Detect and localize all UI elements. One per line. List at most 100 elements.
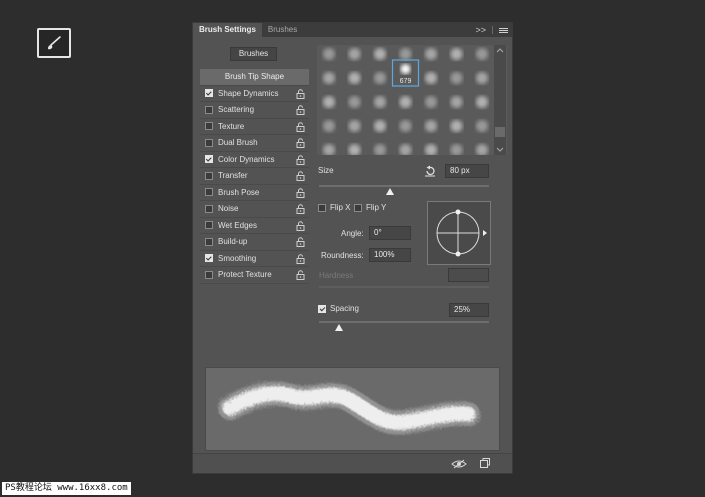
brush-preset-thumbnail (450, 48, 463, 60)
option-color-dynamics[interactable]: Color Dynamics (200, 152, 309, 168)
option-label: Transfer (218, 171, 248, 181)
menu-lines-icon[interactable] (499, 27, 508, 33)
option-checkbox[interactable] (205, 188, 213, 197)
option-noise[interactable]: Noise (200, 201, 309, 218)
brush-icon (48, 36, 61, 50)
lock-icon[interactable] (296, 253, 305, 264)
size-label: Size (318, 166, 334, 175)
option-checkbox[interactable] (205, 138, 213, 147)
collapse-panel-button[interactable]: >> (475, 25, 486, 35)
option-checkbox[interactable] (205, 221, 213, 230)
brush-preset-thumbnail (399, 120, 412, 132)
flip-x-checkbox[interactable] (318, 204, 326, 212)
lock-icon[interactable] (296, 220, 305, 231)
lock-icon[interactable] (296, 187, 305, 198)
size-field[interactable]: 80 px (445, 164, 489, 178)
option-brush-pose[interactable]: Brush Pose (200, 185, 309, 201)
brush-preset-thumbnail (450, 72, 463, 84)
lock-icon[interactable] (296, 121, 305, 132)
brush-preset-thumbnail (374, 144, 386, 155)
option-texture[interactable]: Texture (200, 119, 309, 135)
lock-icon[interactable] (296, 105, 305, 115)
site-watermark: PS教程论坛 www.16xx8.com (2, 482, 131, 495)
option-label: Shape Dynamics (218, 88, 279, 98)
brush-preset-grid[interactable]: 679 (317, 45, 507, 155)
brush-preset-thumbnail (348, 72, 361, 84)
option-label: Brush Tip Shape (224, 72, 285, 82)
option-checkbox[interactable] (205, 237, 213, 246)
panel-footer (193, 453, 512, 473)
panel-tab-bar: Brush Settings Brushes >> (193, 23, 512, 37)
option-checkbox[interactable] (205, 89, 213, 98)
spacing-field[interactable]: 25% (449, 303, 489, 317)
size-slider-knob[interactable] (386, 188, 395, 195)
create-new-brush-icon[interactable] (479, 457, 491, 469)
spacing-slider-knob[interactable] (335, 324, 344, 331)
option-shape-dynamics[interactable]: Shape Dynamics (200, 86, 309, 102)
brush-preset-thumbnail (374, 48, 386, 60)
option-checkbox[interactable] (205, 270, 213, 279)
brush-preset-thumbnail (323, 72, 335, 84)
angle-roundness-widget[interactable] (427, 201, 491, 265)
brush-settings-panel: Brush Settings Brushes >> Brushes Brush … (192, 22, 513, 474)
brush-preset-thumbnail (425, 72, 437, 84)
brush-preset-thumbnail (450, 144, 463, 155)
toggle-live-tip-preview-icon[interactable] (451, 459, 467, 469)
option-checkbox[interactable] (205, 122, 213, 131)
option-protect-texture[interactable]: Protect Texture (200, 267, 309, 284)
option-checkbox[interactable] (205, 204, 213, 213)
roundness-label: Roundness: (321, 251, 364, 260)
size-slider-track[interactable] (319, 185, 489, 187)
option-checkbox[interactable] (205, 155, 213, 164)
option-dual-brush[interactable]: Dual Brush (200, 135, 309, 152)
flip-y-label: Flip Y (366, 203, 387, 212)
option-scattering[interactable]: Scattering (200, 102, 309, 119)
option-smoothing[interactable]: Smoothing (200, 251, 309, 267)
brush-preset-thumbnail (425, 96, 437, 108)
lock-icon[interactable] (296, 171, 305, 181)
preset-scrollbar[interactable] (494, 45, 506, 155)
brush-preset-thumbnail (425, 120, 437, 132)
flip-y-checkbox[interactable] (354, 204, 362, 212)
brush-preset-thumbnail (476, 48, 488, 60)
lock-icon[interactable] (296, 138, 305, 148)
tab-brush-settings[interactable]: Brush Settings (193, 23, 262, 37)
brush-preset-thumbnail (323, 48, 335, 60)
lock-icon[interactable] (296, 270, 305, 280)
brush-preset-thumbnail (425, 144, 437, 155)
brush-preset-thumbnail (476, 120, 488, 132)
brushes-button[interactable]: Brushes (230, 47, 277, 61)
brush-preset-thumbnail (323, 120, 335, 132)
selected-preset-number: 679 (400, 78, 412, 85)
brush-preset-thumbnail (348, 144, 361, 155)
selected-preset-thumbnail (400, 64, 411, 74)
lock-icon[interactable] (296, 154, 305, 165)
option-label: Smoothing (218, 253, 257, 263)
option-wet-edges[interactable]: Wet Edges (200, 218, 309, 234)
brush-preset-thumbnail (425, 48, 437, 60)
roundness-field[interactable]: 100% (369, 248, 411, 262)
brush-preset-thumbnail (374, 120, 386, 132)
brush-preset-thumbnail (374, 72, 386, 84)
option-checkbox[interactable] (205, 105, 213, 114)
angle-field[interactable]: 0° (369, 226, 411, 240)
option-build-up[interactable]: Build-up (200, 234, 309, 251)
brush-stroke-preview (205, 367, 500, 451)
scrollbar-thumb[interactable] (495, 127, 505, 137)
option-checkbox[interactable] (205, 254, 213, 263)
spacing-slider-track[interactable] (319, 321, 489, 323)
flip-x-label: Flip X (330, 203, 351, 212)
brush-preset-thumbnail (450, 96, 463, 108)
option-brush-tip-shape[interactable]: Brush Tip Shape (200, 69, 309, 86)
option-checkbox[interactable] (205, 171, 213, 180)
brush-preset-thumbnail (323, 144, 335, 155)
lock-icon[interactable] (296, 237, 305, 247)
spacing-checkbox[interactable] (318, 305, 326, 313)
lock-icon[interactable] (296, 88, 305, 99)
reset-size-icon[interactable] (424, 165, 436, 177)
option-label: Build-up (218, 237, 248, 247)
tab-brushes[interactable]: Brushes (262, 23, 303, 37)
option-transfer[interactable]: Transfer (200, 168, 309, 185)
lock-icon[interactable] (296, 204, 305, 214)
brush-tool-button[interactable] (37, 28, 71, 58)
